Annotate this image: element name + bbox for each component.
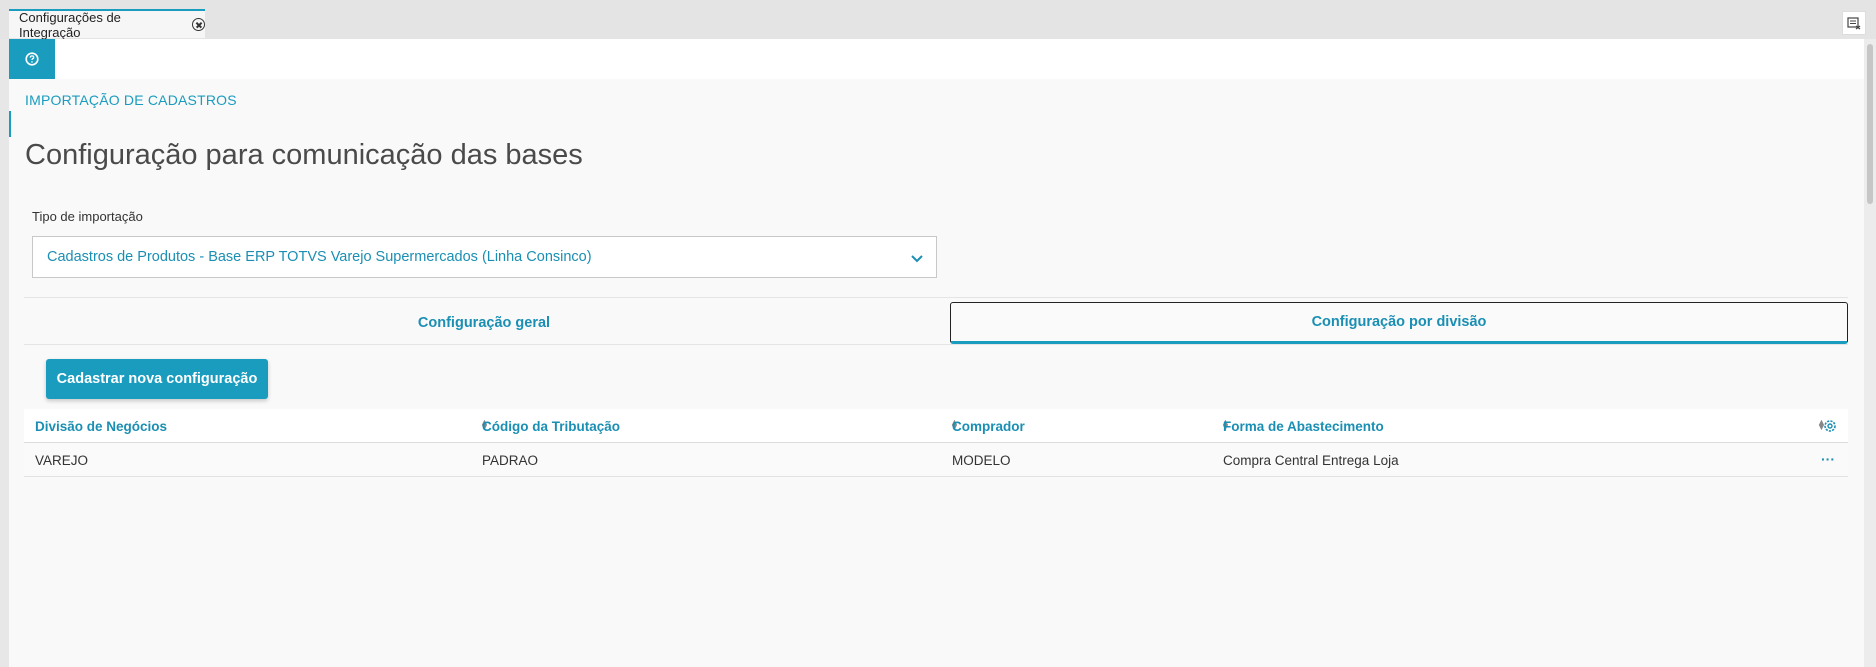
gear-icon[interactable] [1822, 418, 1838, 434]
toolbar [9, 39, 1864, 79]
help-icon [25, 52, 39, 66]
window-list-icon[interactable] [1842, 11, 1866, 35]
tab-label: Configurações de Integração [19, 9, 121, 40]
cell-division: VAREJO [35, 452, 89, 468]
configuration-table: Divisão de Negócios ▲ ▼ Código da Tributa… [24, 409, 1848, 477]
tab-division-config[interactable]: Configuração por divisão [950, 302, 1848, 344]
divider [24, 297, 1848, 298]
tab-integration-settings[interactable]: Configurações de Integração [9, 9, 205, 40]
page-title: Configuração para comunicação das bases [25, 139, 583, 171]
main-page: IMPORTAÇÃO DE CADASTROS Configuração par… [9, 39, 1864, 667]
import-type-label: Tipo de importação [32, 209, 143, 224]
tab-strip: Configurações de Integração [0, 0, 1876, 40]
help-button[interactable] [9, 39, 55, 79]
table-row[interactable]: VAREJO PADRAO MODELO Compra Central Entr… [24, 443, 1848, 477]
column-header-division[interactable]: Divisão de Negócios [35, 409, 167, 443]
tab-general-config[interactable]: Configuração geral [24, 302, 944, 344]
divider [24, 344, 1848, 345]
cell-supply-method: Compra Central Entrega Loja [1223, 452, 1399, 468]
column-header-supply-method[interactable]: Forma de Abastecimento [1223, 409, 1384, 443]
breadcrumb[interactable]: IMPORTAÇÃO DE CADASTROS [25, 92, 237, 108]
new-configuration-button[interactable]: Cadastrar nova configuração [46, 359, 268, 399]
chevron-down-icon [911, 255, 923, 263]
scrollbar-thumb[interactable] [1867, 44, 1873, 204]
column-header-tax-code[interactable]: Código da Tributação [482, 409, 620, 443]
table-header: Divisão de Negócios ▲ ▼ Código da Tributa… [24, 409, 1848, 443]
column-header-buyer[interactable]: Comprador [952, 409, 1025, 443]
left-accent-bar [9, 111, 11, 137]
import-type-select[interactable]: Cadastros de Produtos - Base ERP TOTVS V… [32, 236, 937, 278]
more-actions-icon[interactable]: ··· [1821, 451, 1835, 467]
import-type-selected-value: Cadastros de Produtos - Base ERP TOTVS V… [47, 249, 592, 265]
cell-buyer: MODELO [952, 452, 1011, 468]
close-icon[interactable] [192, 18, 205, 31]
config-tabs: Configuração geral Configuração por divi… [24, 302, 1848, 344]
cell-tax-code: PADRAO [482, 452, 539, 468]
